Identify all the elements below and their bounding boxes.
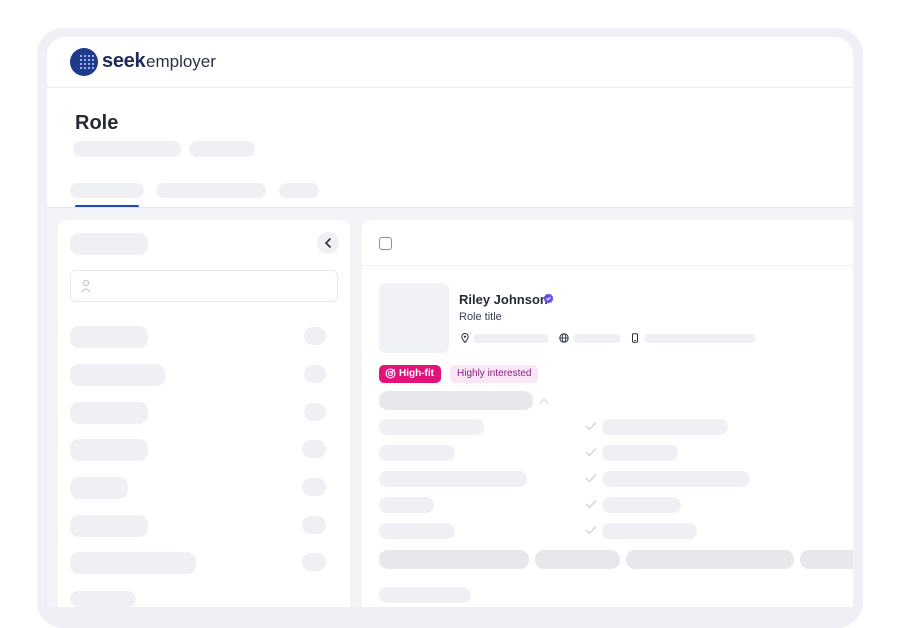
list-item-label-placeholder <box>70 439 148 461</box>
list-item-label-placeholder <box>70 515 148 537</box>
list-item-count-placeholder <box>302 440 326 458</box>
section-title-placeholder <box>379 391 533 410</box>
list-item-label-placeholder <box>70 364 165 386</box>
list-item-label-placeholder <box>70 326 148 348</box>
phone-placeholder <box>644 334 756 343</box>
chevron-left-icon <box>324 238 331 248</box>
app-window: seek employer Role Riley Johnson Role ti… <box>47 37 853 607</box>
answer-placeholder <box>602 471 750 487</box>
logo-employer-text: employer <box>146 52 216 71</box>
list-item-label-placeholder <box>70 477 128 499</box>
tab-placeholder-3[interactable] <box>279 183 319 198</box>
tab-placeholder-1[interactable] <box>70 183 144 198</box>
check-icon <box>585 447 597 457</box>
page-title: Role <box>75 112 119 134</box>
top-bar: seek employer <box>47 37 853 88</box>
check-icon <box>585 525 597 535</box>
action-placeholder[interactable] <box>800 550 853 569</box>
section-placeholder <box>379 587 471 603</box>
location-pin-icon <box>461 333 469 343</box>
requirement-placeholder <box>379 445 455 461</box>
requirement-placeholder <box>379 523 455 539</box>
list-item-label-placeholder <box>70 552 196 574</box>
chevron-up-icon[interactable] <box>539 397 549 405</box>
target-icon <box>385 368 396 379</box>
list-item-count-placeholder <box>304 327 326 345</box>
search-input[interactable] <box>70 270 338 302</box>
globe-icon <box>559 333 569 343</box>
candidate-role: Role title <box>459 311 502 323</box>
candidate-detail-panel: Riley Johnson Role title High-fit Highly… <box>362 220 853 607</box>
action-placeholder[interactable] <box>626 550 794 569</box>
answer-placeholder <box>602 497 681 513</box>
candidate-list-panel <box>58 220 350 607</box>
detail-header <box>362 220 853 266</box>
list-item-count-placeholder <box>304 403 326 421</box>
requirement-placeholder <box>379 419 484 435</box>
list-item-count-placeholder <box>304 365 326 383</box>
person-search-icon <box>81 279 91 293</box>
high-fit-badge: High-fit <box>379 365 441 383</box>
check-icon <box>585 473 597 483</box>
answer-placeholder <box>602 445 678 461</box>
subtitle-placeholder-2 <box>189 141 255 157</box>
list-item-label-placeholder <box>70 591 136 607</box>
select-candidate-checkbox[interactable] <box>379 237 392 250</box>
list-item-count-placeholder <box>302 553 326 571</box>
answer-placeholder <box>602 419 728 435</box>
high-fit-label: High-fit <box>399 368 434 379</box>
list-item-count-placeholder <box>302 478 326 496</box>
avatar <box>379 283 449 353</box>
collapse-panel-button[interactable] <box>317 232 339 254</box>
logo-seek-text: seek <box>102 50 146 72</box>
check-icon <box>585 421 597 431</box>
highly-interested-badge: Highly interested <box>450 365 539 383</box>
subtitle-placeholder-1 <box>73 141 181 157</box>
action-placeholder[interactable] <box>379 550 529 569</box>
list-title-placeholder <box>70 233 148 255</box>
list-item-label-placeholder <box>70 402 148 424</box>
language-placeholder <box>573 334 621 343</box>
location-placeholder <box>473 334 549 343</box>
phone-icon <box>632 333 638 343</box>
check-icon <box>585 499 597 509</box>
tab-placeholder-2[interactable] <box>156 183 266 198</box>
action-placeholder[interactable] <box>535 550 620 569</box>
requirement-placeholder <box>379 497 434 513</box>
seek-logo-icon <box>70 48 98 76</box>
list-item-count-placeholder <box>302 516 326 534</box>
requirement-placeholder <box>379 471 527 487</box>
candidate-name[interactable]: Riley Johnson <box>459 292 548 307</box>
answer-placeholder <box>602 523 697 539</box>
verified-badge-icon <box>543 293 554 304</box>
